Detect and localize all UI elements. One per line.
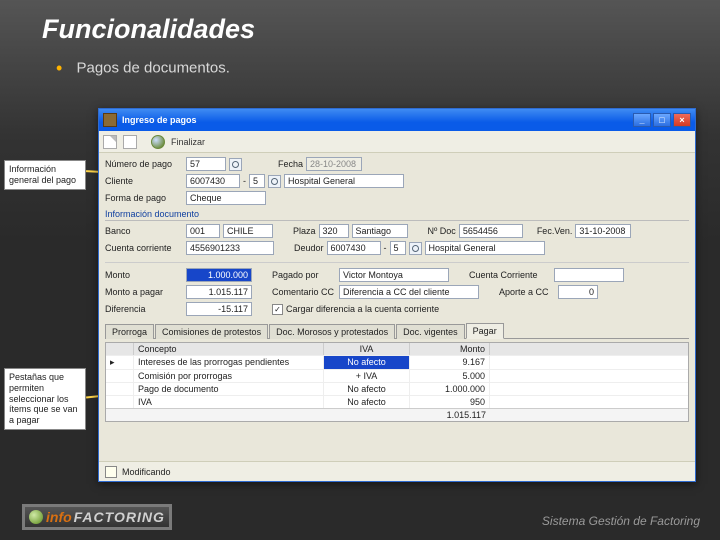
comentario-cc-field[interactable]: Diferencia a CC del cliente bbox=[339, 285, 479, 299]
lbl-diferencia: Diferencia bbox=[105, 304, 183, 314]
aporte-cc-field[interactable]: 0 bbox=[558, 285, 598, 299]
section-info-doc: Información documento bbox=[105, 209, 689, 221]
minimize-button[interactable]: _ bbox=[633, 113, 651, 127]
lbl-pagado-por: Pagado por bbox=[272, 270, 336, 280]
new-icon[interactable] bbox=[103, 135, 117, 149]
lbl-fec-ven: Fec.Ven. bbox=[537, 226, 573, 236]
slide-bullet: • Pagos de documentos. bbox=[56, 58, 230, 79]
deudor-name-field: Hospital General bbox=[425, 241, 545, 255]
grid-row[interactable]: ▸ Intereses de las prorrogas pendientes … bbox=[106, 355, 688, 369]
finalizar-icon[interactable] bbox=[151, 135, 165, 149]
diferencia-field: -15.117 bbox=[186, 302, 252, 316]
tab-pagar[interactable]: Pagar bbox=[466, 323, 504, 339]
cc-field[interactable] bbox=[554, 268, 624, 282]
bullet-dot: • bbox=[56, 58, 62, 78]
toolbar: Finalizar bbox=[99, 131, 695, 153]
app-icon bbox=[103, 113, 117, 127]
close-button[interactable]: × bbox=[673, 113, 691, 127]
lbl-aporte-cc: Aporte a CC bbox=[499, 287, 555, 297]
lbl-banco: Banco bbox=[105, 226, 183, 236]
plaza-code-field[interactable]: 320 bbox=[319, 224, 349, 238]
tab-comisiones[interactable]: Comisiones de protestos bbox=[155, 324, 268, 339]
grid-header: Concepto IVA Monto bbox=[106, 343, 688, 355]
status-bar: Modificando bbox=[99, 461, 695, 481]
status-text: Modificando bbox=[122, 467, 171, 477]
deudor-sub-field[interactable]: 5 bbox=[390, 241, 406, 255]
save-icon[interactable] bbox=[123, 135, 137, 149]
finalizar-label[interactable]: Finalizar bbox=[171, 137, 205, 147]
grid-total: 1.015.117 bbox=[106, 408, 688, 421]
banco-code-field[interactable]: 001 bbox=[186, 224, 220, 238]
bullet-text: Pagos de documentos. bbox=[76, 59, 229, 76]
monto-field[interactable]: 1.000.000 bbox=[186, 268, 252, 282]
lbl-numero-pago: Número de pago bbox=[105, 159, 183, 169]
tab-vigentes[interactable]: Doc. vigentes bbox=[396, 324, 465, 339]
maximize-button[interactable]: □ bbox=[653, 113, 671, 127]
numero-pago-field[interactable]: 57 bbox=[186, 157, 226, 171]
banco-name-field: CHILE bbox=[223, 224, 273, 238]
footer-right: Sistema Gestión de Factoring bbox=[542, 514, 700, 528]
tab-morosos[interactable]: Doc. Morosos y protestados bbox=[269, 324, 395, 339]
cliente-sub-field[interactable]: 5 bbox=[249, 174, 265, 188]
lbl-cc: Cuenta Corriente bbox=[469, 270, 551, 280]
lbl-fecha: Fecha bbox=[278, 159, 303, 169]
lbl-monto: Monto bbox=[105, 270, 183, 280]
ndoc-field[interactable]: 5654456 bbox=[459, 224, 523, 238]
hdr-iva: IVA bbox=[324, 343, 410, 355]
lbl-cuenta: Cuenta corriente bbox=[105, 243, 183, 253]
window-title: Ingreso de pagos bbox=[122, 115, 197, 125]
lbl-deudor: Deudor bbox=[294, 243, 324, 253]
grid-total-value: 1.015.117 bbox=[410, 409, 490, 421]
lbl-cargar-dif: Cargar diferencia a la cuenta corriente bbox=[286, 304, 439, 314]
tab-prorroga[interactable]: Prorroga bbox=[105, 324, 154, 339]
cliente-name-field: Hospital General bbox=[284, 174, 404, 188]
grid-row[interactable]: IVA No afecto 950 bbox=[106, 395, 688, 408]
logo: info FACTORING bbox=[22, 504, 172, 530]
deudor-code-field[interactable]: 6007430 bbox=[327, 241, 381, 255]
search-icon[interactable] bbox=[409, 242, 422, 255]
globe-icon bbox=[29, 510, 43, 524]
monto-pagar-field: 1.015.117 bbox=[186, 285, 252, 299]
forma-pago-field[interactable]: Cheque bbox=[186, 191, 266, 205]
annotation-pestanas: Pestañas que permiten seleccionar los ít… bbox=[4, 368, 86, 430]
lbl-monto-pagar: Monto a pagar bbox=[105, 287, 183, 297]
lbl-comentario-cc: Comentario CC bbox=[272, 287, 336, 297]
slide-title: Funcionalidades bbox=[42, 14, 255, 45]
grid-row[interactable]: Comisión por prorrogas + IVA 5.000 bbox=[106, 369, 688, 382]
pencil-icon bbox=[105, 466, 117, 478]
fec-ven-field[interactable]: 31-10-2008 bbox=[575, 224, 631, 238]
lbl-plaza: Plaza bbox=[293, 226, 316, 236]
logo-factoring: FACTORING bbox=[74, 509, 165, 525]
tabs: Prorroga Comisiones de protestos Doc. Mo… bbox=[105, 322, 689, 339]
search-icon[interactable] bbox=[229, 158, 242, 171]
search-icon[interactable] bbox=[268, 175, 281, 188]
app-window: Ingreso de pagos _ □ × Finalizar Número … bbox=[98, 108, 696, 482]
hdr-monto: Monto bbox=[410, 343, 490, 355]
cuenta-field[interactable]: 4556901233 bbox=[186, 241, 274, 255]
pagado-por-field[interactable]: Victor Montoya bbox=[339, 268, 449, 282]
logo-info: info bbox=[46, 509, 72, 525]
annotation-info-general: Información general del pago bbox=[4, 160, 86, 190]
hdr-blank bbox=[106, 343, 134, 355]
items-grid: Concepto IVA Monto ▸ Intereses de las pr… bbox=[105, 342, 689, 422]
fecha-field: 28-10-2008 bbox=[306, 157, 362, 171]
cargar-dif-checkbox[interactable]: ✓ bbox=[272, 304, 283, 315]
cliente-code-field[interactable]: 6007430 bbox=[186, 174, 240, 188]
grid-row[interactable]: Pago de documento No afecto 1.000.000 bbox=[106, 382, 688, 395]
lbl-ndoc: Nº Doc bbox=[428, 226, 456, 236]
titlebar[interactable]: Ingreso de pagos _ □ × bbox=[99, 109, 695, 131]
plaza-name-field: Santiago bbox=[352, 224, 408, 238]
lbl-forma-pago: Forma de pago bbox=[105, 193, 183, 203]
hdr-concepto: Concepto bbox=[134, 343, 324, 355]
lbl-cliente: Cliente bbox=[105, 176, 183, 186]
